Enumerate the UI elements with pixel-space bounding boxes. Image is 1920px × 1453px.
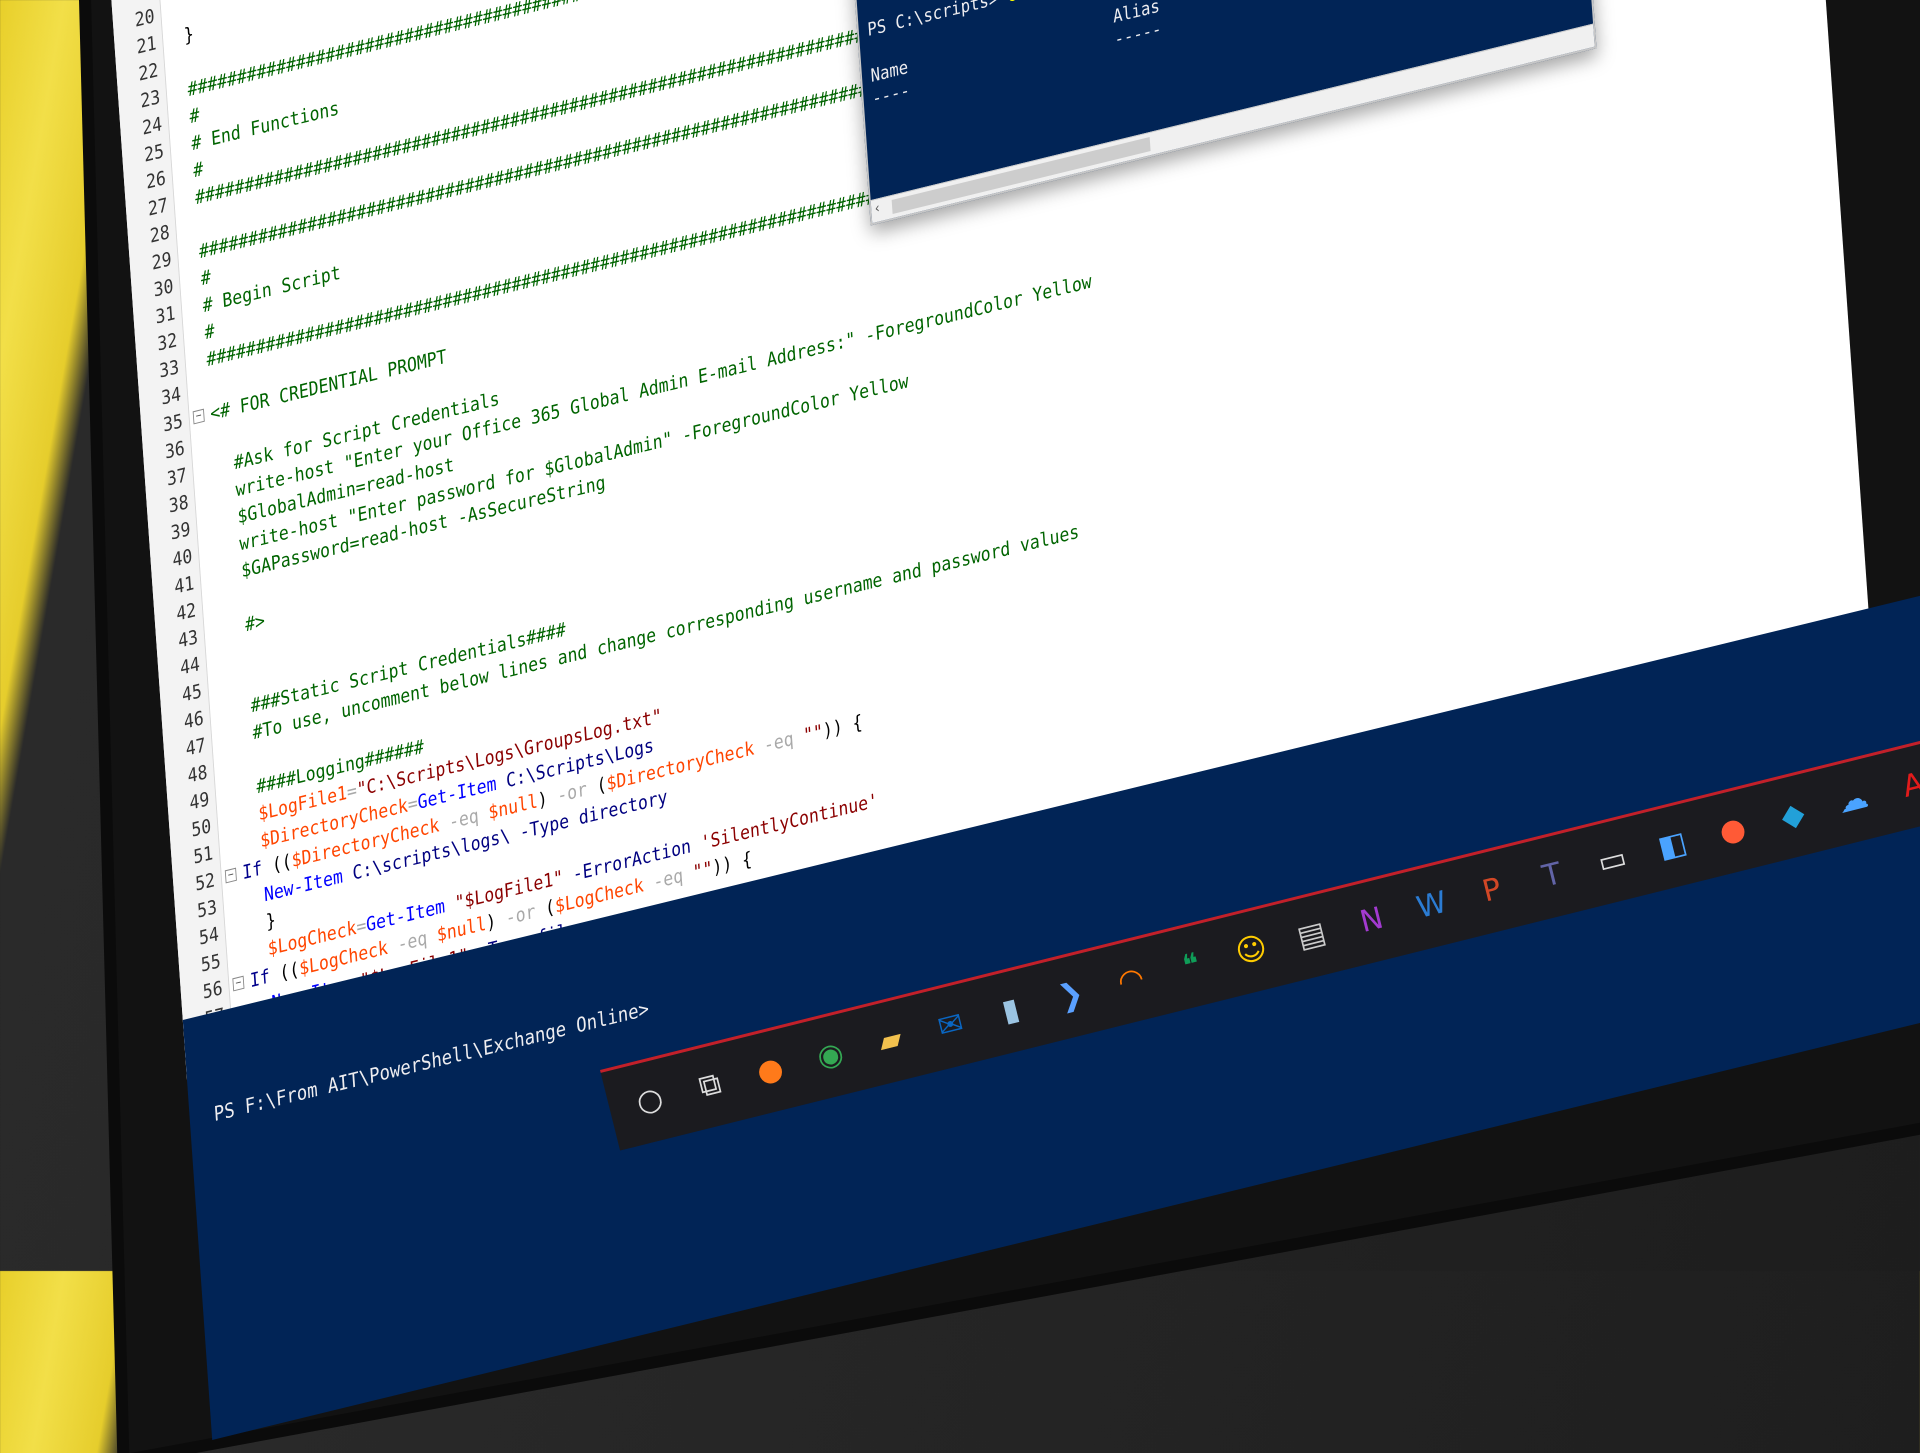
code-text: # [189, 102, 201, 130]
hangouts-icon[interactable]: ❝ [1166, 940, 1217, 991]
code-text: # [192, 156, 204, 184]
code-text: } [183, 21, 195, 49]
file-explorer-icon[interactable]: ▰ [865, 1015, 916, 1066]
collapse-icon[interactable]: − [224, 867, 237, 884]
code-token: } [183, 22, 195, 48]
firefox-icon[interactable]: ● [745, 1045, 796, 1096]
tablet-icon[interactable]: ▭ [1587, 835, 1638, 886]
code-token: (( [271, 850, 293, 877]
console-prompt-text: PS C:\scripts> [866, 0, 1009, 41]
onedrive-icon[interactable]: ☁ [1828, 775, 1879, 826]
chrome-icon[interactable]: ◉ [805, 1030, 856, 1081]
code-token: "" [692, 857, 714, 885]
remote-icon[interactable]: ◧ [1647, 820, 1698, 871]
azure-icon[interactable]: ◆ [1767, 790, 1818, 841]
code-token: ) [536, 785, 559, 813]
teams-icon[interactable]: T [1527, 850, 1578, 901]
acrobat-icon[interactable]: A [1888, 760, 1920, 811]
powershell-icon[interactable]: ❯ [1046, 970, 1097, 1021]
console-command: Get-Mailbox [1007, 0, 1111, 7]
code-token: # [203, 319, 216, 345]
powerpoint-icon[interactable]: P [1467, 865, 1518, 916]
word-icon[interactable]: W [1407, 880, 1458, 931]
code-text: # [200, 264, 212, 292]
console-prompt[interactable]: PS F:\From AIT\PowerShell\Exchange Onlin… [213, 996, 650, 1126]
outlook-icon[interactable]: ✉ [925, 1000, 976, 1051]
code-token: } [245, 908, 277, 939]
code-token: If [249, 962, 281, 993]
smiley-icon[interactable]: ☺ [1226, 925, 1277, 976]
avast-icon[interactable]: ◠ [1106, 955, 1157, 1006]
code-token: # [192, 157, 204, 183]
code-text: # [204, 318, 216, 346]
code-token: # [188, 103, 201, 129]
code-token: If [241, 854, 273, 885]
code-token: # [200, 265, 212, 291]
document-icon[interactable]: ▤ [1286, 910, 1337, 961]
collapse-icon[interactable]: − [232, 975, 245, 992]
code-token: (( [278, 958, 301, 985]
code-token: ) [485, 907, 507, 935]
onenote-icon[interactable]: N [1346, 895, 1397, 946]
screen: 19 Add-content $outFile2021}2223########… [110, 0, 1920, 1440]
collapse-icon[interactable]: − [192, 408, 205, 425]
firefox-dev-icon[interactable]: ● [1707, 805, 1758, 856]
task-view-icon[interactable]: ⧉ [685, 1060, 736, 1111]
search-circle-icon[interactable]: ○ [624, 1075, 675, 1126]
code-token: "" [802, 720, 824, 748]
notes-icon[interactable]: ▮ [985, 985, 1036, 1036]
scroll-left-icon[interactable]: ‹ [874, 200, 880, 217]
